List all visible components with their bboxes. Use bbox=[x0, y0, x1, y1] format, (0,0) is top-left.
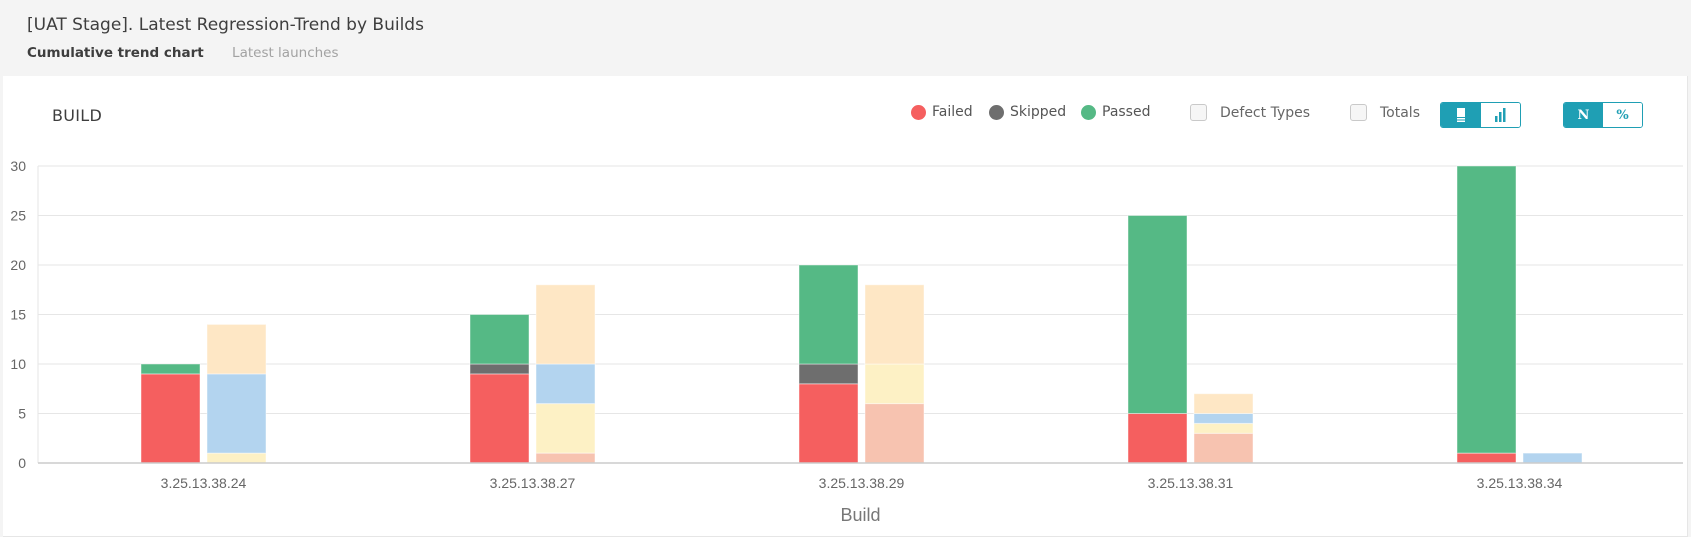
y-tick-label: 5 bbox=[18, 406, 26, 422]
bar-passed[interactable] bbox=[1127, 215, 1188, 414]
bar-skipped[interactable] bbox=[469, 363, 530, 375]
x-axis-ticks: 3.25.13.38.24 3.25.13.38.27 3.25.13.38.29 3… bbox=[161, 475, 1563, 491]
grid-lines bbox=[38, 165, 1683, 464]
y-tick-label: 10 bbox=[10, 356, 26, 372]
bar-failed[interactable] bbox=[469, 373, 530, 464]
bar-defect-type-blue[interactable] bbox=[206, 373, 267, 454]
bar-defect-type-pink[interactable] bbox=[1193, 432, 1254, 464]
bar-passed[interactable] bbox=[469, 314, 530, 365]
bar-defect-type-orange[interactable] bbox=[1193, 393, 1254, 415]
y-tick-label: 25 bbox=[10, 208, 26, 224]
bar-defect-type-yellow[interactable] bbox=[535, 403, 596, 454]
y-tick-label: 15 bbox=[10, 307, 26, 323]
bar-skipped[interactable] bbox=[798, 363, 859, 385]
bar-defect-type-orange[interactable] bbox=[864, 284, 925, 365]
x-tick-label: 3.25.13.38.24 bbox=[161, 475, 247, 491]
y-axis-ticks: 0 5 10 15 20 25 30 bbox=[10, 158, 26, 471]
bar-defect-type-orange[interactable] bbox=[206, 323, 267, 375]
bar-defect-type-blue[interactable] bbox=[1193, 413, 1254, 424]
y-tick-label: 30 bbox=[10, 158, 26, 174]
bar-defect-type-yellow[interactable] bbox=[1193, 422, 1254, 434]
x-tick-label: 3.25.13.38.27 bbox=[490, 475, 576, 491]
bar-defect-type-pink[interactable] bbox=[864, 403, 925, 464]
bar-failed[interactable] bbox=[1456, 452, 1517, 464]
x-tick-label: 3.25.13.38.31 bbox=[1148, 475, 1234, 491]
bar-failed[interactable] bbox=[798, 383, 859, 464]
y-tick-label: 20 bbox=[10, 257, 26, 273]
bar-defect-type-yellow[interactable] bbox=[864, 363, 925, 405]
x-axis-title: Build bbox=[840, 505, 880, 525]
bar-defect-type-pink[interactable] bbox=[535, 452, 596, 464]
bar-defect-type-orange[interactable] bbox=[535, 284, 596, 365]
bar-passed[interactable] bbox=[140, 363, 201, 375]
bar-defect-type-blue[interactable] bbox=[535, 363, 596, 405]
bar-failed[interactable] bbox=[1127, 413, 1188, 464]
y-tick-label: 0 bbox=[18, 455, 26, 471]
bar-passed[interactable] bbox=[798, 264, 859, 365]
bar-defect-type-blue[interactable] bbox=[1522, 452, 1583, 464]
x-tick-label: 3.25.13.38.34 bbox=[1477, 475, 1563, 491]
regression-trend-chart: 051015202530 3.25.13.38.24 3.25.13.38.27 3… bbox=[10, 158, 1683, 525]
x-tick-label: 3.25.13.38.29 bbox=[819, 475, 905, 491]
bar-defect-type-yellow[interactable] bbox=[206, 452, 267, 464]
bar-failed[interactable] bbox=[140, 373, 201, 464]
bar-passed[interactable] bbox=[1456, 165, 1517, 454]
